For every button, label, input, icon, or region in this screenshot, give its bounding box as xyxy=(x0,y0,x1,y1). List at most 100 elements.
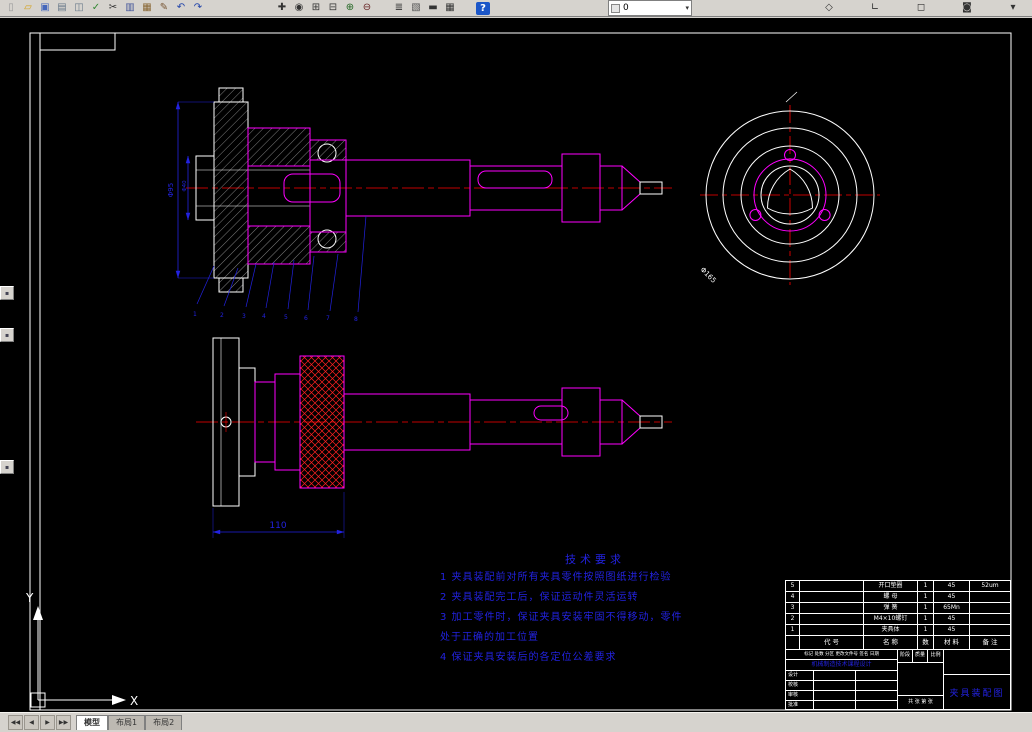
mass-label: 质量 xyxy=(913,650,928,662)
bom-qty: 1 xyxy=(918,603,934,613)
bom-row: 5 开口垫圈 1 45 52um xyxy=(786,581,1010,592)
signature-row: 设计 xyxy=(786,671,897,681)
redo-button[interactable]: ↷ xyxy=(190,1,206,16)
open-file-button[interactable]: ▱ xyxy=(20,1,36,16)
svg-text:7: 7 xyxy=(326,315,330,322)
dim-length-label: 110 xyxy=(269,521,286,531)
bom-material: 45 xyxy=(934,592,970,602)
print-preview-button[interactable]: ◫ xyxy=(71,1,87,16)
bom-name: 螺 母 xyxy=(864,592,918,602)
copy-button[interactable]: ▥ xyxy=(122,1,138,16)
signature-row: 审核 xyxy=(786,691,897,701)
bom-code xyxy=(800,614,864,624)
date-cell xyxy=(856,701,897,710)
docked-tool-button-1[interactable]: ▪ xyxy=(0,286,14,300)
zoom-previous-button[interactable]: ⊟ xyxy=(325,1,341,16)
bom-row: 1 夹具体 1 45 xyxy=(786,625,1010,636)
tool-glyph-icon: ⊕ xyxy=(345,2,355,13)
layout-tab[interactable]: 布局1 xyxy=(108,715,146,730)
bom-no: 4 xyxy=(786,592,800,602)
bom-qty: 1 xyxy=(918,625,934,635)
bom-qty: 1 xyxy=(918,614,934,624)
tab-nav-next-button[interactable]: ▶ xyxy=(40,715,55,730)
layer-combo[interactable]: 0 ▾ xyxy=(608,0,692,16)
tool-glyph-icon: ◻ xyxy=(916,2,926,13)
new-file-button[interactable]: ▯ xyxy=(3,1,19,16)
zoom-realtime-button[interactable]: ◉ xyxy=(291,1,307,16)
svg-text:1: 1 xyxy=(193,311,197,318)
tool-glyph-icon: ✎ xyxy=(159,2,169,13)
layout-tab[interactable]: 布局2 xyxy=(145,715,183,730)
signature-cell xyxy=(814,691,856,700)
view-front-assembly[interactable]: Φ95 Φ40 1 2 3 4 5 6 7 8 xyxy=(167,87,672,323)
tool-glyph-icon: ✂ xyxy=(108,2,118,13)
signature-label: 审核 xyxy=(786,691,814,700)
bom-code xyxy=(800,603,864,613)
bom-note xyxy=(970,603,1010,613)
help-button[interactable]: ? xyxy=(476,1,490,15)
docked-tool-button-3[interactable]: ▪ xyxy=(0,460,14,474)
tool-glyph-icon: ↷ xyxy=(193,2,203,13)
layer-states-button[interactable]: ▧ xyxy=(408,1,424,16)
dim-spigot-label: Φ40 xyxy=(182,180,188,192)
bom-material: 45 xyxy=(934,581,970,591)
tool-glyph-icon: ≣ xyxy=(394,2,404,13)
zoom-in-button[interactable]: ⊕ xyxy=(342,1,358,16)
toolbar-group-file-edit: ▯ ▱ ▣ ▤ ◫ ✓ ✂ ▥ ▦ ✎ ↶ ↷ xyxy=(3,1,206,16)
svg-text:3: 3 xyxy=(242,313,246,320)
bom-name: 弹 簧 xyxy=(864,603,918,613)
toolbar-group-right: ◇ ∟ ◻ ◙ ▾ xyxy=(732,1,1029,16)
spell-check-button[interactable]: ✓ xyxy=(88,1,104,16)
tool-glyph-icon: ▤ xyxy=(57,2,67,13)
zoom-out-button[interactable]: ⊖ xyxy=(359,1,375,16)
note-line: 2 夹具装配完工后，保证运动件灵活运转 xyxy=(440,592,639,603)
ucs-x-label: X xyxy=(130,694,138,708)
tool-glyph-icon: ◫ xyxy=(74,2,84,13)
scale-label: 比例 xyxy=(930,652,941,658)
sheet-count-label: 共 张 第 张 xyxy=(908,699,933,705)
bom-code xyxy=(800,625,864,635)
cad-application-window: { "window": { "chrome_bg": "#d6d3ce", "c… xyxy=(0,0,1032,732)
view-end-circular[interactable]: Φ165 xyxy=(699,91,880,285)
table-button[interactable]: ▦ xyxy=(442,1,458,16)
title-block-main: 标记 处数 分区 更改文件号 签名 日期 机械制造技术课程设计 设计 校核 审核… xyxy=(786,650,1010,710)
signature-cell xyxy=(814,671,856,680)
plot-button[interactable]: ▤ xyxy=(54,1,70,16)
paste-button[interactable]: ▦ xyxy=(139,1,155,16)
bom-material: 45 xyxy=(934,625,970,635)
pan-button[interactable]: ✚ xyxy=(274,1,290,16)
toolbar-overflow-button[interactable]: ▾ xyxy=(1005,1,1021,16)
bom-row: 4 螺 母 1 45 xyxy=(786,592,1010,603)
toolbar-group-layers: ≣ ▧ ▬ ▦ xyxy=(391,1,458,16)
render-button[interactable]: ◙ xyxy=(959,1,975,16)
linetype-button[interactable]: ▬ xyxy=(425,1,441,16)
bom-material: 65Mn xyxy=(934,603,970,613)
cut-button[interactable]: ✂ xyxy=(105,1,121,16)
tab-nav-first-button[interactable]: ◀◀ xyxy=(8,715,23,730)
bom-no: 2 xyxy=(786,614,800,624)
tool-glyph-icon: ✓ xyxy=(91,2,101,13)
tool-glyph-icon: ◙ xyxy=(962,2,972,13)
match-properties-button[interactable]: ✎ xyxy=(156,1,172,16)
layout-tab[interactable]: 模型 xyxy=(76,715,108,730)
osnap-button[interactable]: ◇ xyxy=(821,1,837,16)
tab-nav-last-button[interactable]: ▶▶ xyxy=(56,715,71,730)
tool-glyph-icon: ↶ xyxy=(176,2,186,13)
drawing-canvas[interactable]: Y X Φ95 Φ40 1 2 3 4 5 6 7 8 Φ165 110 技术要… xyxy=(0,18,1032,712)
layers-button[interactable]: ≣ xyxy=(391,1,407,16)
views-button[interactable]: ◻ xyxy=(913,1,929,16)
tool-glyph-icon: ▬ xyxy=(428,2,438,13)
tab-nav-prev-button[interactable]: ◀ xyxy=(24,715,39,730)
save-button[interactable]: ▣ xyxy=(37,1,53,16)
balloon-numbers: 1 2 3 4 5 6 7 8 xyxy=(193,311,358,323)
svg-text:2: 2 xyxy=(220,312,224,319)
view-section-assembly[interactable]: 110 xyxy=(196,337,672,538)
svg-text:8: 8 xyxy=(354,316,358,323)
undo-button[interactable]: ↶ xyxy=(173,1,189,16)
main-toolbar: ▯ ▱ ▣ ▤ ◫ ✓ ✂ ▥ ▦ ✎ ↶ ↷ ✚ ◉ ⊞ ⊟ ⊕ ⊖ ≣ ▧ … xyxy=(0,0,1032,17)
technical-notes: 技术要求 1 夹具装配前对所有夹具零件按照图纸进行检验 2 夹具装配完工后，保证… xyxy=(440,552,750,668)
zoom-window-button[interactable]: ⊞ xyxy=(308,1,324,16)
docked-tool-button-2[interactable]: ▪ xyxy=(0,328,14,342)
date-cell xyxy=(856,671,897,680)
ucs-button[interactable]: ∟ xyxy=(867,1,883,16)
